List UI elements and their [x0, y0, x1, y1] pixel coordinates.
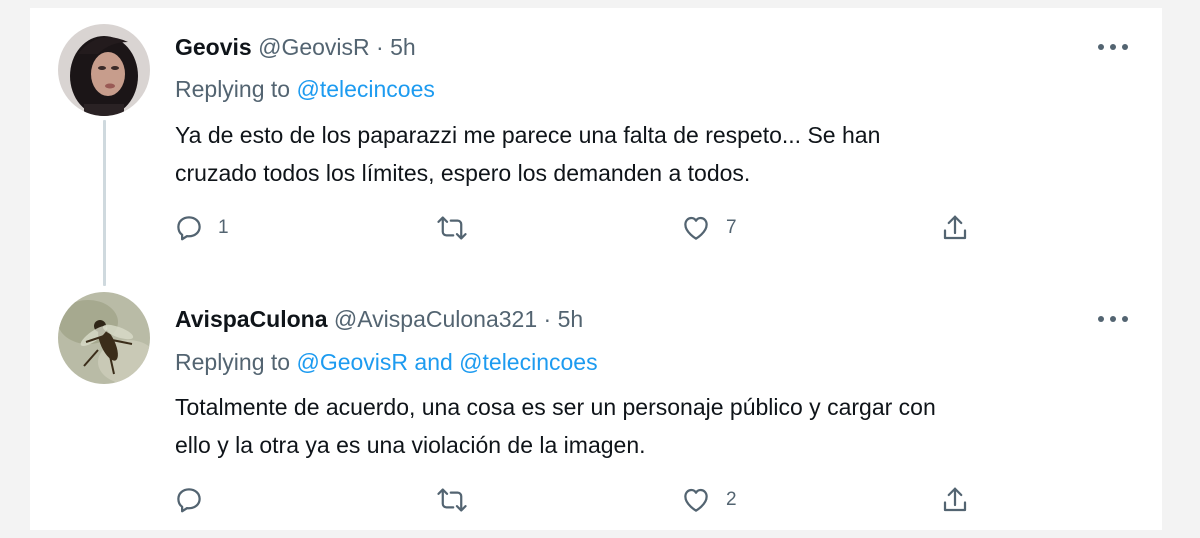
reply-button[interactable] — [174, 480, 218, 520]
more-dots-icon[interactable] — [1098, 314, 1128, 324]
share-upload-icon — [943, 215, 967, 240]
mention-link[interactable]: @telecincoes — [296, 76, 434, 102]
reply-button[interactable]: 1 — [174, 208, 229, 248]
tweet-avispaculona[interactable]: AvispaCulona @AvispaCulona321 · 5h Reply… — [30, 274, 1162, 530]
replying-label: Replying to — [175, 349, 291, 375]
retweet-arrows-icon — [437, 488, 467, 512]
tweet-text-line: cruzado todos los límites, espero los de… — [175, 160, 751, 186]
user-handle[interactable]: @AvispaCulona321 — [334, 306, 537, 332]
separator-dot: · — [543, 306, 552, 332]
timestamp[interactable]: 5h — [390, 34, 416, 60]
tweet-text: Ya de esto de los paparazzi me parece un… — [175, 116, 1135, 192]
avatar[interactable] — [58, 24, 150, 116]
reply-count: 1 — [218, 217, 229, 238]
tweet-header: AvispaCulona @AvispaCulona321 · 5h — [175, 304, 583, 334]
tweet-text-line: Ya de esto de los paparazzi me parece un… — [175, 122, 881, 148]
retweet-arrows-icon — [437, 216, 467, 240]
speech-bubble-icon — [177, 216, 201, 241]
heart-icon — [684, 216, 708, 240]
user-handle[interactable]: @GeovisR — [258, 34, 370, 60]
tweet-actions: 2 — [30, 480, 1162, 520]
avatar[interactable] — [58, 292, 150, 384]
replying-to: Replying to @telecincoes — [175, 74, 435, 104]
share-button[interactable] — [940, 480, 970, 520]
tweet-thread: Geovis @GeovisR · 5h Replying to @teleci… — [30, 8, 1162, 530]
thread-connector-line — [103, 120, 106, 286]
tweet-geovis[interactable]: Geovis @GeovisR · 5h Replying to @teleci… — [30, 8, 1162, 286]
display-name[interactable]: Geovis — [175, 34, 252, 60]
display-name[interactable]: AvispaCulona — [175, 306, 328, 332]
like-button[interactable]: 7 — [680, 208, 737, 248]
heart-icon — [684, 488, 708, 512]
replying-to: Replying to @GeovisR and @telecincoes — [175, 347, 598, 377]
tweet-actions: 1 7 — [30, 208, 1162, 248]
tweet-text-line: ello y la otra ya es una violación de la… — [175, 432, 646, 458]
tweet-text: Totalmente de acuerdo, una cosa es ser u… — [175, 388, 1135, 464]
replying-label: Replying to — [175, 76, 291, 102]
share-button[interactable] — [940, 208, 970, 248]
mention-link[interactable]: @GeovisR and @telecincoes — [296, 349, 597, 375]
timestamp[interactable]: 5h — [558, 306, 584, 332]
separator-dot: · — [376, 34, 384, 60]
speech-bubble-icon — [177, 488, 201, 513]
tweet-header: Geovis @GeovisR · 5h — [175, 32, 416, 62]
share-upload-icon — [943, 487, 967, 512]
more-dots-icon[interactable] — [1098, 42, 1128, 52]
retweet-button[interactable] — [436, 480, 482, 520]
like-button[interactable]: 2 — [680, 480, 737, 520]
like-count: 2 — [726, 489, 737, 510]
retweet-button[interactable] — [436, 208, 482, 248]
tweet-text-line: Totalmente de acuerdo, una cosa es ser u… — [175, 394, 936, 420]
like-count: 7 — [726, 217, 737, 238]
